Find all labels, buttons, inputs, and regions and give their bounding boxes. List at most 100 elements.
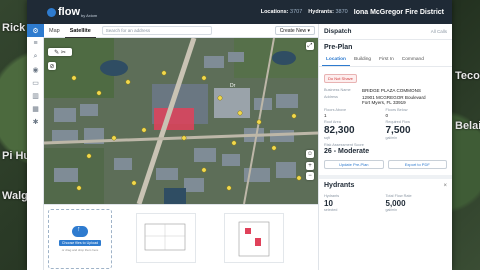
hydrant-marker-icon[interactable] (96, 90, 102, 96)
zoom-out-button[interactable]: − (306, 172, 314, 180)
satellite-map[interactable]: Dr ✎ ✂ ⊘ ⤢ ☺ + − (44, 38, 318, 204)
logo-subtitle: by Axiom (81, 12, 98, 18)
hydrant-marker-icon[interactable] (271, 145, 277, 151)
hydrants-count-value: 10 (324, 199, 333, 208)
tab-first-in[interactable]: First In (375, 54, 398, 66)
hydrant-marker-icon[interactable] (161, 70, 167, 76)
top-bar: flow by Axiom Locations: 3707 Hydrants: … (27, 0, 452, 24)
bg-label: Belai (455, 120, 480, 132)
layers-icon[interactable]: ≡ (27, 37, 44, 50)
address-value: 12901 MCGREGOR Boulevard Fort Myers, FL 3… (362, 95, 426, 105)
settings-icon[interactable]: ✱ (27, 115, 44, 128)
hydrant-marker-icon[interactable] (201, 167, 207, 173)
hydrant-marker-icon[interactable] (76, 185, 82, 191)
floors-above-value: 1 (324, 113, 327, 118)
hydrant-marker-icon[interactable] (131, 180, 137, 186)
dispatch-title: Dispatch (324, 28, 352, 35)
total-flow-label: Total Flow Rate (385, 194, 412, 198)
tab-map[interactable]: Map (44, 24, 65, 38)
logo-icon (47, 7, 56, 17)
hydrant-marker-icon[interactable] (256, 119, 262, 125)
alert-badge: Do Not Shave (324, 74, 357, 83)
truck-icon[interactable]: ▭ (27, 76, 44, 89)
close-icon[interactable]: × (443, 183, 447, 189)
address-line-2: Fort Myers, FL 33919 (362, 100, 406, 105)
street-label: Dr (230, 83, 236, 89)
map-search-input[interactable]: Search for an address (101, 26, 212, 35)
hydrants-count-unit: selected (324, 208, 338, 212)
map-toolbar: Map Satellite Search for an address Crea… (44, 24, 318, 38)
fullscreen-icon[interactable]: ⤢ (306, 42, 314, 50)
hydrant-marker-icon[interactable] (226, 185, 232, 191)
roof-area-value: 82,300 (324, 125, 355, 136)
district-name[interactable]: Iona McGregor Fire District (354, 9, 444, 16)
business-label: Business Name (324, 88, 351, 92)
floorplan-drawing (144, 223, 186, 251)
tab-command[interactable]: Command (398, 54, 428, 66)
hydrant-marker-icon[interactable] (111, 135, 117, 141)
gear-icon[interactable]: ⚙ (27, 24, 44, 37)
hydrant-marker-icon[interactable] (201, 75, 207, 81)
all-calls-dropdown[interactable]: All Calls (431, 29, 447, 34)
hydrant-marker-icon[interactable] (125, 79, 131, 85)
hydrant-marker-icon[interactable] (291, 113, 297, 119)
total-flow-unit: gal/min (385, 208, 398, 212)
floors-above-label: Floors Above (324, 108, 347, 112)
logo[interactable]: flow by Axiom (47, 6, 97, 18)
hydrant-marker-icon[interactable] (296, 175, 302, 181)
address-label: Address (324, 95, 338, 99)
choose-files-button[interactable]: Choose files to Upload (58, 240, 102, 246)
logo-text: flow (58, 6, 80, 18)
required-flow-unit: gal/min (385, 136, 398, 140)
address-row: Address 12901 MCGREGOR Boulevard Fort Mye… (319, 94, 452, 106)
update-preplan-button[interactable]: Update Pre-Plan (324, 160, 384, 169)
risk-label: Risk Assessment Score (324, 143, 364, 147)
ruler-icon[interactable]: ⊘ (48, 62, 56, 70)
preplan-tabs: Location Building First In Command (319, 54, 452, 67)
total-flow-value: 5,000 (385, 199, 406, 208)
area-flow-row: Roof Area 82,300 sqft Required Flow 7,500 ga… (319, 118, 452, 140)
document-thumbnail[interactable] (224, 213, 284, 263)
bg-label: Tecos (455, 70, 480, 82)
hydrant-marker-icon[interactable] (86, 153, 92, 159)
hydrant-marker-icon[interactable] (71, 75, 77, 81)
hydrant-marker-icon[interactable] (141, 127, 147, 133)
hydrant-marker-icon[interactable] (231, 140, 237, 146)
street-view-icon[interactable]: ☺ (306, 150, 314, 158)
tab-satellite[interactable]: Satellite (64, 24, 96, 38)
export-pdf-button[interactable]: Export to PDF (387, 160, 447, 169)
required-flow-value: 7,500 (385, 125, 411, 136)
tab-building[interactable]: Building (350, 54, 375, 66)
draw-tools[interactable]: ✎ ✂ (48, 48, 72, 56)
top-stats: Locations: 3707 Hydrants: 3870 (261, 9, 348, 15)
search-icon[interactable]: ⌕ (27, 50, 44, 63)
create-new-button[interactable]: Create New ▾ (274, 26, 315, 35)
zoom-in-button[interactable]: + (306, 162, 314, 170)
business-row: Business Name BRIDGE PLAZA COMMONS (319, 87, 452, 94)
hydrant-marker-icon[interactable] (217, 95, 223, 101)
tab-location[interactable]: Location (322, 54, 350, 66)
roof-area-label: Roof Area (324, 120, 341, 124)
floors-row: Floors Above 1 Floors Below 0 (319, 106, 452, 118)
upload-hint: or drag and drop them here (61, 248, 99, 252)
hydrant-marker-icon[interactable] (181, 135, 187, 141)
locations-label: Locations: (260, 9, 289, 15)
siteplan-drawing (238, 221, 270, 257)
document-thumbnail[interactable] (136, 213, 196, 263)
business-value: BRIDGE PLAZA COMMONS (362, 88, 421, 93)
upload-cloud-icon (72, 226, 88, 237)
pin-icon[interactable]: ◉ (27, 63, 44, 76)
floors-below-label: Floors Below (385, 108, 408, 112)
satellite-imagery: Dr (44, 38, 318, 204)
floors-below-value: 0 (385, 113, 389, 118)
preplan-title: Pre-Plan (324, 44, 353, 51)
hydrants-value: 3870 (335, 9, 348, 15)
roof-area-unit: sqft (324, 136, 330, 140)
chart-icon[interactable]: ▥ (27, 89, 44, 102)
hydrant-marker-icon[interactable] (237, 110, 243, 116)
hydrants-row: Hydrants 10 selected Total Flow Rate 5,000 g… (319, 192, 452, 212)
building-icon[interactable]: ▦ (27, 102, 44, 115)
right-panel: Dispatch All Calls Pre-Plan Location Bui… (318, 24, 452, 270)
upload-dropzone[interactable]: Choose files to Upload or drag and drop … (48, 209, 112, 269)
risk-value: 26 - Moderate (324, 148, 370, 155)
